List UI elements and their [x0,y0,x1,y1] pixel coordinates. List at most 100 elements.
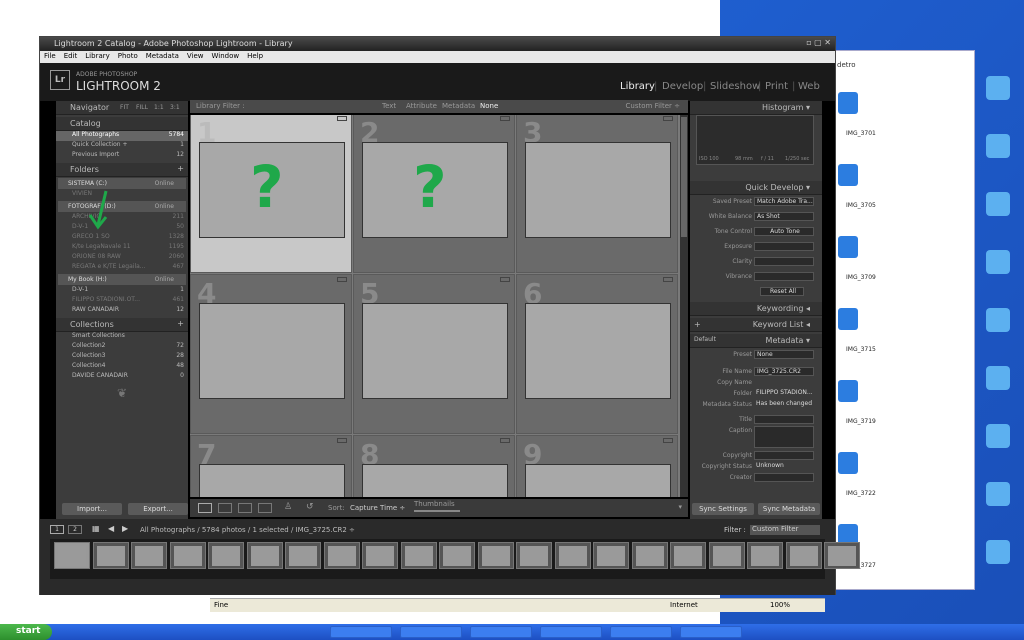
filter-attribute[interactable]: Attribute [406,102,437,110]
grid-cell[interactable]: 8 [353,435,515,497]
photo-thumbnail[interactable] [525,303,671,399]
file-icon[interactable] [838,452,858,474]
menu-window[interactable]: Window [208,51,244,61]
qd-exposure[interactable]: Exposure [690,242,822,253]
filmstrip-thumbnail[interactable] [785,542,822,569]
volume-h[interactable]: My Book (H:) Online [58,274,186,285]
filmstrip-thumbnail[interactable] [131,542,167,569]
page-1-button[interactable]: 1 [50,525,64,534]
cell-badge-icon[interactable] [500,116,510,121]
photo-thumbnail[interactable] [525,142,671,238]
menu-photo[interactable]: Photo [114,51,142,61]
page-2-button[interactable]: 2 [68,525,82,534]
back-arrow-icon[interactable]: ◀ [108,524,114,533]
filmstrip-thumbnail[interactable] [708,542,745,569]
navigator-zoom-fill[interactable]: FILL [136,104,148,111]
filmstrip-thumbnail[interactable] [631,542,668,569]
module-slideshow[interactable]: Slideshow [710,81,760,92]
custom-filter-select[interactable]: Custom Filter ÷ [626,102,680,110]
menu-file[interactable]: File [40,51,60,61]
toolbar-menu-icon[interactable]: ▾ [678,503,682,511]
filmstrip-thumbnail[interactable] [477,542,514,569]
sort-select[interactable]: Capture Time ÷ [350,504,405,512]
filmstrip-thumbnail[interactable] [554,542,591,569]
menu-metadata[interactable]: Metadata [142,51,183,61]
photo-thumbnail[interactable]: ? [199,142,345,238]
desktop-shortcut-icon[interactable] [986,76,1010,100]
desktop-shortcut-icon[interactable] [986,482,1010,506]
add-folder-icon[interactable]: + [177,164,184,173]
folder-row[interactable]: D-V-1 50 [56,223,188,233]
qd-tone-control[interactable]: Tone Control Auto Tone [690,227,822,238]
filmstrip-thumbnail[interactable] [439,542,475,569]
rotate-icon[interactable]: ↺ [306,502,314,512]
file-icon[interactable] [838,380,858,402]
module-web[interactable]: Web [798,81,820,92]
desktop-shortcut-icon[interactable] [986,134,1010,158]
cell-badge-icon[interactable] [337,438,347,443]
collection-item[interactable]: Collection2 72 [56,342,188,352]
taskbar-button[interactable] [330,626,392,638]
grid-scrollbar[interactable] [680,115,688,497]
cell-badge-icon[interactable] [663,277,673,282]
collection-item[interactable]: Collection3 28 [56,352,188,362]
desktop-shortcut-icon[interactable] [986,250,1010,274]
compare-view-icon[interactable] [238,503,252,513]
catalog-item-all[interactable]: All Photographs 5784 [56,131,188,141]
cell-badge-icon[interactable] [500,438,510,443]
browser-tab-label[interactable]: detro [837,61,856,69]
grid-cell[interactable]: 9 [516,435,678,497]
add-collection-icon[interactable]: + [177,319,184,328]
grid-cell[interactable]: 5 [353,274,515,434]
histogram-header[interactable]: Histogram ▾ [690,101,822,115]
filter-metadata[interactable]: Metadata [442,102,475,110]
grid-cell[interactable]: 1? [190,115,352,273]
filmstrip-thumbnail[interactable] [246,542,283,569]
keywording-header[interactable]: Keywording ◂ [690,302,822,316]
file-icon[interactable] [838,308,858,330]
cell-badge-icon[interactable] [500,277,510,282]
menu-edit[interactable]: Edit [60,51,82,61]
qd-saved-preset[interactable]: Saved Preset Match Adobe Tra... [690,197,822,208]
survey-view-icon[interactable] [258,503,272,513]
catalog-item-previous[interactable]: Previous Import 12 [56,151,188,161]
filmstrip-thumbnail[interactable] [208,542,244,569]
module-develop[interactable]: Develop [662,81,703,92]
grid-view-icon[interactable] [198,503,212,513]
md-file-name[interactable]: File Name IMG_3725.CR2 [690,367,822,378]
photo-thumbnail[interactable] [362,303,508,399]
photo-thumbnail[interactable]: ? [362,142,508,238]
folder-row[interactable]: ORIONE 08 RAW 2060 [56,253,188,263]
menu-help[interactable]: Help [243,51,267,61]
import-button[interactable]: Import... [62,503,122,515]
photo-thumbnail[interactable] [525,464,671,497]
filmstrip-thumbnail[interactable] [54,542,90,569]
collection-item[interactable]: Collection4 48 [56,362,188,372]
metadata-header[interactable]: Default Metadata ▾ [690,334,822,348]
filmstrip-thumbnail[interactable] [824,542,860,569]
photo-thumbnail[interactable] [199,303,345,399]
md-preset[interactable]: Preset None [690,350,822,361]
folder-row[interactable]: RAW CANADAIR 12 [56,306,188,316]
photo-thumbnail[interactable] [362,464,508,497]
md-folder[interactable]: Folder FILIPPO STADION... [690,389,822,400]
navigator-zoom-1-1[interactable]: 1:1 [154,104,164,111]
cell-badge-icon[interactable] [337,116,347,121]
navigator-header[interactable]: Navigator FIT FILL 1:1 3:1 [56,101,188,115]
navigator-zoom-fit[interactable]: FIT [120,104,129,111]
folders-header[interactable]: Folders + [56,163,188,177]
desktop-shortcut-icon[interactable] [986,192,1010,216]
filmstrip-source-path[interactable]: All Photographs / 5784 photos / 1 select… [140,526,355,534]
folder-row[interactable]: D-V-1 1 [56,286,188,296]
filmstrip-filter-select[interactable]: Custom Filter [750,525,820,535]
sync-metadata-button[interactable]: Sync Metadata [758,503,820,515]
grid-cell[interactable]: 2? [353,115,515,273]
grid-cell[interactable]: 4 [190,274,352,434]
taskbar-button[interactable] [680,626,742,638]
filmstrip-thumbnail[interactable] [285,542,321,569]
volume-d[interactable]: FOTOGRAFI (D:) Online [58,201,186,212]
file-icon[interactable] [838,236,858,258]
folder-row[interactable]: REGATA e K/TE Legaila... 467 [56,263,188,273]
qd-white-balance[interactable]: White Balance As Shot [690,212,822,223]
filmstrip-thumbnail[interactable] [92,542,129,569]
